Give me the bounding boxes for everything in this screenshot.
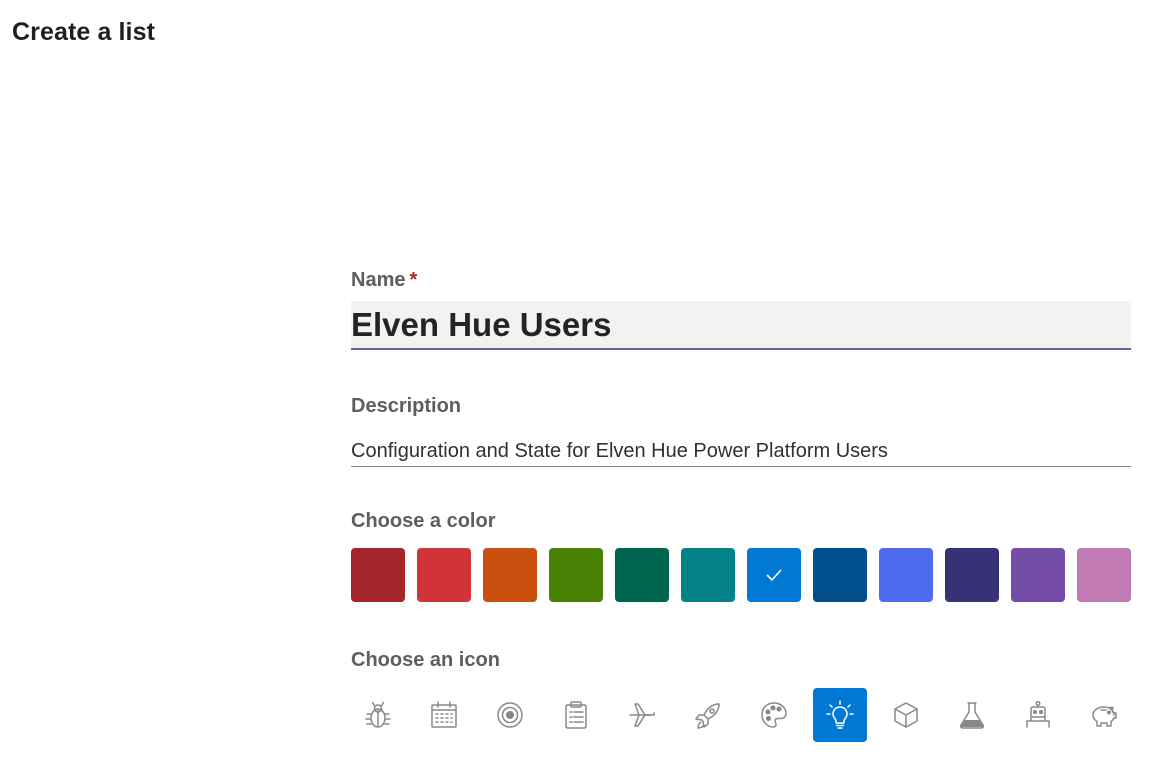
target-icon <box>497 702 523 728</box>
clipboard-icon-option[interactable] <box>549 688 603 742</box>
color-swatch[interactable] <box>351 548 405 602</box>
rocket-icon-option[interactable] <box>681 688 735 742</box>
name-label-text: Name <box>351 269 406 291</box>
target-icon-option[interactable] <box>483 688 537 742</box>
airplane-icon-option[interactable] <box>615 688 669 742</box>
color-swatch[interactable] <box>615 548 669 602</box>
cube-icon <box>894 702 918 728</box>
piggy-bank-icon-option[interactable] <box>1077 688 1131 742</box>
color-swatch[interactable] <box>879 548 933 602</box>
create-list-form: Name* Description Choose a color Choose … <box>351 266 1131 742</box>
robot-icon <box>1026 700 1050 728</box>
rocket-icon <box>695 703 720 729</box>
color-swatch[interactable] <box>945 548 999 602</box>
flask-icon <box>959 702 985 729</box>
color-swatch[interactable] <box>1077 548 1131 602</box>
clipboard-icon <box>565 701 587 729</box>
palette-icon <box>761 702 787 728</box>
required-marker: * <box>409 269 418 291</box>
bug-icon <box>365 701 391 728</box>
description-input[interactable] <box>351 437 1131 465</box>
piggy-bank-icon <box>1092 706 1117 727</box>
icon-label: Choose an icon <box>351 649 500 671</box>
palette-icon-option[interactable] <box>747 688 801 742</box>
color-swatch[interactable] <box>681 548 735 602</box>
flask-icon-option[interactable] <box>945 688 999 742</box>
color-label: Choose a color <box>351 510 496 532</box>
color-swatch[interactable] <box>813 548 867 602</box>
color-picker <box>351 548 1131 602</box>
cube-icon-option[interactable] <box>879 688 933 742</box>
lightbulb-icon <box>826 700 854 729</box>
color-swatch[interactable] <box>747 548 801 602</box>
color-swatch[interactable] <box>1011 548 1065 602</box>
create-list-page: Create a list Name* Description Choose a… <box>0 0 1173 773</box>
page-title: Create a list <box>12 18 156 46</box>
robot-icon-option[interactable] <box>1011 688 1065 742</box>
color-swatch[interactable] <box>417 548 471 602</box>
color-swatch[interactable] <box>483 548 537 602</box>
icon-picker <box>351 688 1131 742</box>
calendar-icon-option[interactable] <box>417 688 471 742</box>
name-label: Name * <box>351 266 1131 294</box>
checkmark-icon <box>766 569 782 581</box>
bug-icon-option[interactable] <box>351 688 405 742</box>
airplane-icon <box>629 703 656 727</box>
description-label: Description <box>351 395 462 417</box>
description-field-container <box>351 437 1131 467</box>
name-input[interactable] <box>351 305 1131 345</box>
name-field-container <box>351 301 1131 350</box>
lightbulb-icon-option[interactable] <box>813 688 867 742</box>
color-swatch[interactable] <box>549 548 603 602</box>
calendar-icon <box>431 701 457 728</box>
